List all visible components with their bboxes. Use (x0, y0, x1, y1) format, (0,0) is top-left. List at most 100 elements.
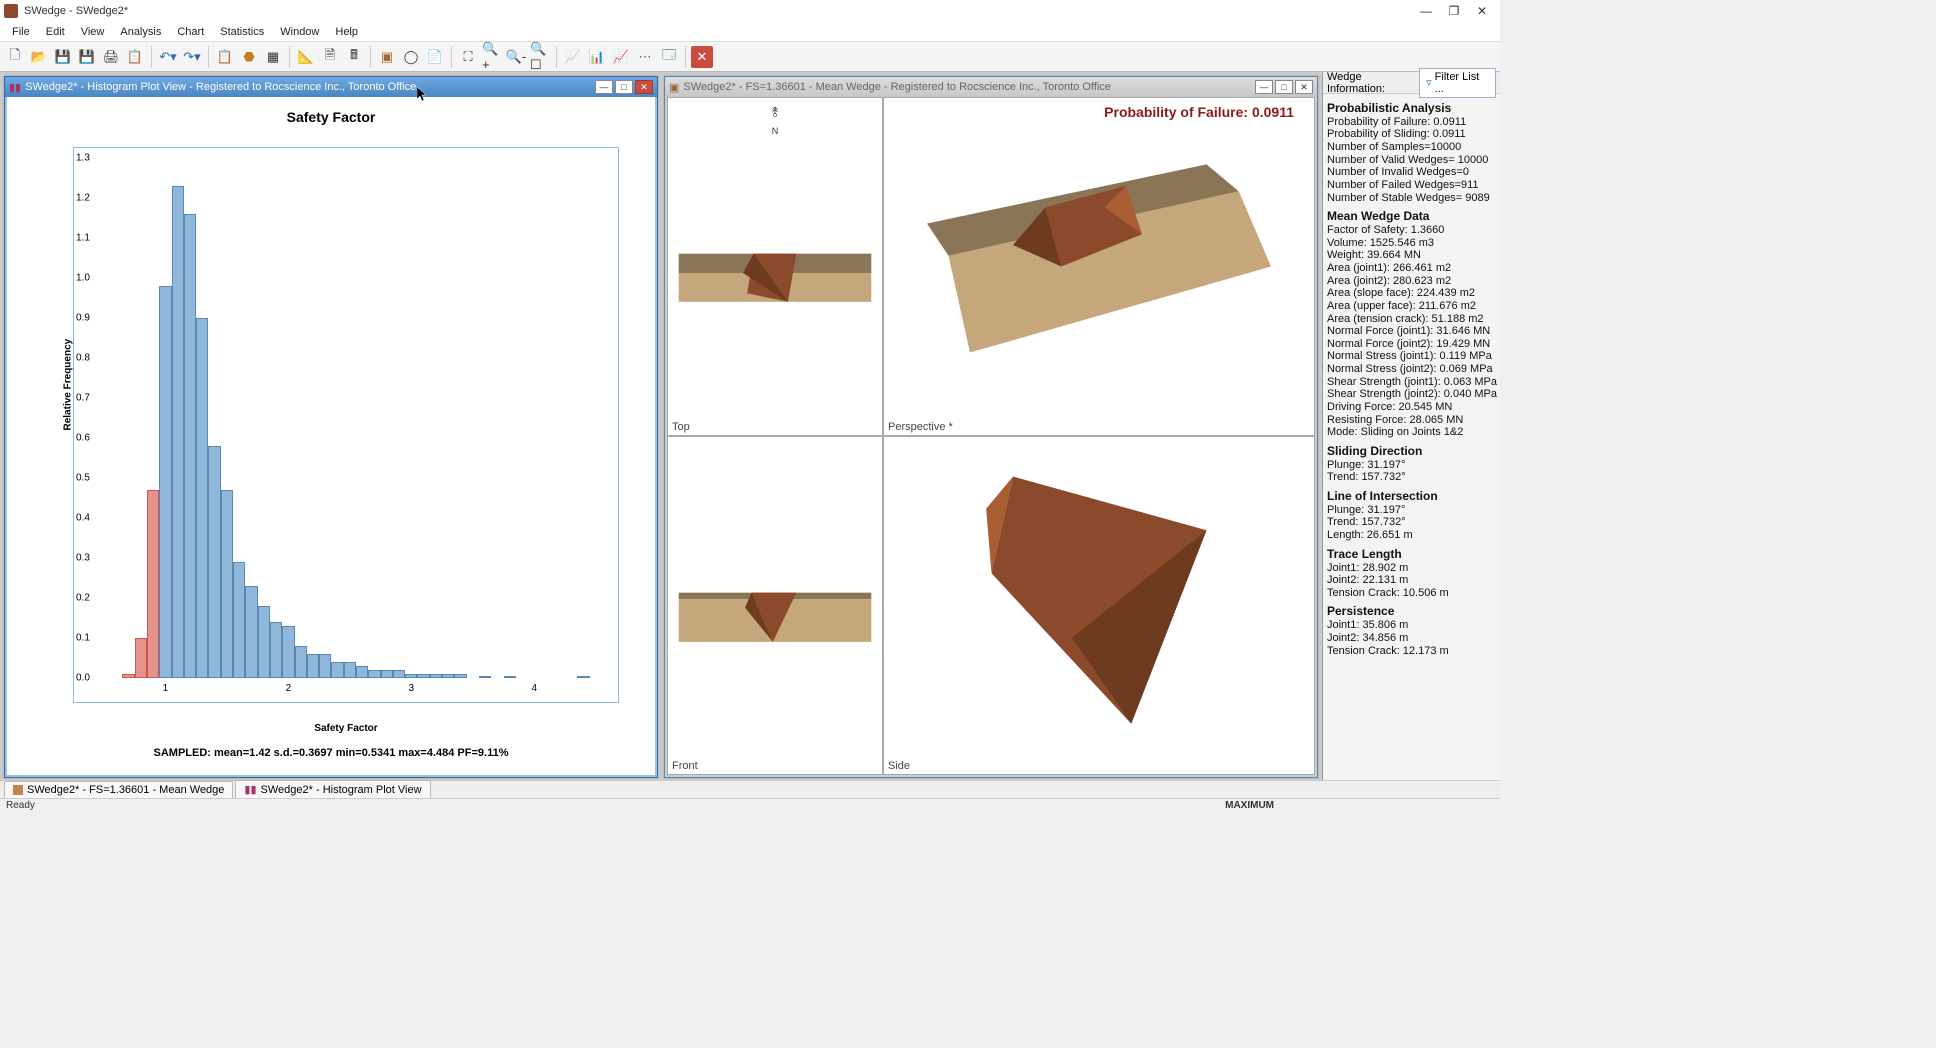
copy-icon[interactable]: 📋 (124, 46, 146, 68)
menu-edit[interactable]: Edit (38, 24, 73, 40)
menu-analysis[interactable]: Analysis (112, 24, 169, 40)
tab-mean-wedge[interactable]: SWedge2* - FS=1.36601 - Mean Wedge (4, 781, 233, 798)
redo-icon[interactable]: ↷▾ (181, 46, 203, 68)
histogram-bar[interactable] (295, 646, 307, 678)
histogram-bar[interactable] (405, 674, 417, 678)
histogram-bar[interactable] (368, 670, 380, 678)
sidebar-header: Wedge Information: ▿ Filter List ... (1323, 72, 1500, 94)
doc-maximize-button[interactable]: □ (1275, 80, 1293, 94)
histogram-bar[interactable] (393, 670, 405, 678)
new-icon[interactable]: 🗋 (4, 46, 26, 68)
print-icon[interactable]: 🖨 (100, 46, 122, 68)
menu-file[interactable]: File (4, 24, 38, 40)
sheet-icon[interactable]: 🗎 (319, 46, 341, 68)
histogram-bar[interactable] (135, 638, 147, 678)
doc-close-button[interactable]: ✕ (635, 80, 653, 94)
filter-button[interactable]: ▿ Filter List ... (1419, 68, 1496, 98)
menu-view[interactable]: View (73, 24, 113, 40)
histogram-bar[interactable] (442, 674, 454, 678)
histogram-bar[interactable] (319, 654, 331, 678)
histogram-bar[interactable] (258, 606, 270, 678)
histogram-bar[interactable] (184, 214, 196, 678)
excel-icon[interactable]: 🗔 (658, 46, 680, 68)
histogram-bar[interactable] (196, 318, 208, 678)
histogram-bar[interactable] (233, 562, 245, 678)
stereonet-icon[interactable]: ◯ (400, 46, 422, 68)
histogram-bar[interactable] (307, 654, 319, 678)
view-perspective[interactable]: Probability of Failure: 0.0911 Perspecti… (883, 97, 1315, 436)
save-icon[interactable]: 💾 (52, 46, 74, 68)
view-top[interactable]: ⥉N Top (667, 97, 883, 436)
sidebar-body[interactable]: Probabilistic AnalysisProbability of Fai… (1323, 94, 1500, 782)
compute-icon[interactable]: 📐 (295, 46, 317, 68)
section-header: Sliding Direction (1327, 445, 1496, 459)
points-icon[interactable]: ⋯ (634, 46, 656, 68)
histogram-bar[interactable] (245, 586, 257, 678)
histogram-bar[interactable] (172, 186, 184, 678)
menu-help[interactable]: Help (327, 24, 366, 40)
y-tick: 0.8 (76, 353, 90, 364)
info-row: Joint1: 28.902 m (1327, 562, 1496, 575)
x-tick: 4 (531, 683, 537, 694)
bolt-icon[interactable]: ⬣ (238, 46, 260, 68)
clipboard-icon[interactable]: 📋 (214, 46, 236, 68)
zoom-window-icon[interactable]: 🔍☐ (529, 46, 551, 68)
histogram-bar[interactable] (577, 676, 589, 678)
zoom-out-icon[interactable]: 🔍- (505, 46, 527, 68)
tab-histogram[interactable]: ▮▮ SWedge2* - Histogram Plot View (235, 780, 430, 798)
histogram-bar[interactable] (417, 674, 429, 678)
zoom-extents-icon[interactable]: ⛶ (457, 46, 479, 68)
doc-maximize-button[interactable]: □ (615, 80, 633, 94)
histogram-bar[interactable] (344, 662, 356, 678)
cumulative-icon[interactable]: 📈 (610, 46, 632, 68)
doc-minimize-button[interactable]: ― (595, 80, 613, 94)
view-side[interactable]: Side (883, 436, 1315, 775)
doc-close-button[interactable]: ✕ (1295, 80, 1313, 94)
histogram-bar[interactable] (221, 490, 233, 678)
wedge-3d-icon[interactable]: ▣ (376, 46, 398, 68)
info-row: Number of Invalid Wedges=0 (1327, 166, 1496, 179)
open-icon[interactable]: 📂 (28, 46, 50, 68)
histogram-window-titlebar[interactable]: ▮▮ SWedge2* - Histogram Plot View - Regi… (5, 77, 657, 97)
zoom-in-icon[interactable]: 🔍+ (481, 46, 503, 68)
histogram-bar[interactable] (479, 676, 491, 678)
scatter-icon[interactable]: 📈 (562, 46, 584, 68)
histogram-bar[interactable] (208, 446, 220, 678)
view-front[interactable]: Front (667, 436, 883, 775)
toolbar-separator (151, 46, 152, 68)
histogram-bar[interactable] (331, 662, 343, 678)
menu-statistics[interactable]: Statistics (212, 24, 272, 40)
side-render (884, 437, 1314, 774)
info-icon[interactable]: 📄 (424, 46, 446, 68)
histogram-icon[interactable]: 📊 (586, 46, 608, 68)
histogram-bar[interactable] (504, 676, 516, 678)
info-row: Area (joint2): 280.623 m2 (1327, 275, 1496, 288)
y-tick: 0.9 (76, 313, 90, 324)
histogram-bar[interactable] (159, 286, 171, 678)
menu-chart[interactable]: Chart (169, 24, 212, 40)
save-as-icon[interactable]: 💾 (76, 46, 98, 68)
plot-area[interactable]: Relative Frequency Safety Factor 12340.0… (73, 147, 619, 703)
view-label: Front (672, 760, 698, 772)
maximize-button[interactable]: ❐ (1440, 2, 1468, 20)
histogram-bar[interactable] (282, 626, 294, 678)
doc-minimize-button[interactable]: ― (1255, 80, 1273, 94)
histogram-bar[interactable] (270, 622, 282, 678)
histogram-bar[interactable] (122, 674, 134, 678)
table-icon[interactable]: ▦ (262, 46, 284, 68)
calculator-icon[interactable]: 🖩 (343, 46, 365, 68)
histogram-bar[interactable] (147, 490, 159, 678)
menu-window[interactable]: Window (272, 24, 327, 40)
wedge-window-titlebar[interactable]: ▣ SWedge2* - FS=1.36601 - Mean Wedge - R… (665, 77, 1317, 97)
close-button[interactable]: ✕ (1468, 2, 1496, 20)
histogram-bar[interactable] (454, 674, 466, 678)
delete-icon[interactable]: ✕ (691, 46, 713, 68)
histogram-bar[interactable] (356, 666, 368, 678)
y-tick: 0.5 (76, 473, 90, 484)
undo-icon[interactable]: ↶▾ (157, 46, 179, 68)
y-tick: 0.1 (76, 633, 90, 644)
histogram-bar[interactable] (430, 674, 442, 678)
toolbar-separator (556, 46, 557, 68)
histogram-bar[interactable] (381, 670, 393, 678)
minimize-button[interactable]: — (1412, 2, 1440, 20)
